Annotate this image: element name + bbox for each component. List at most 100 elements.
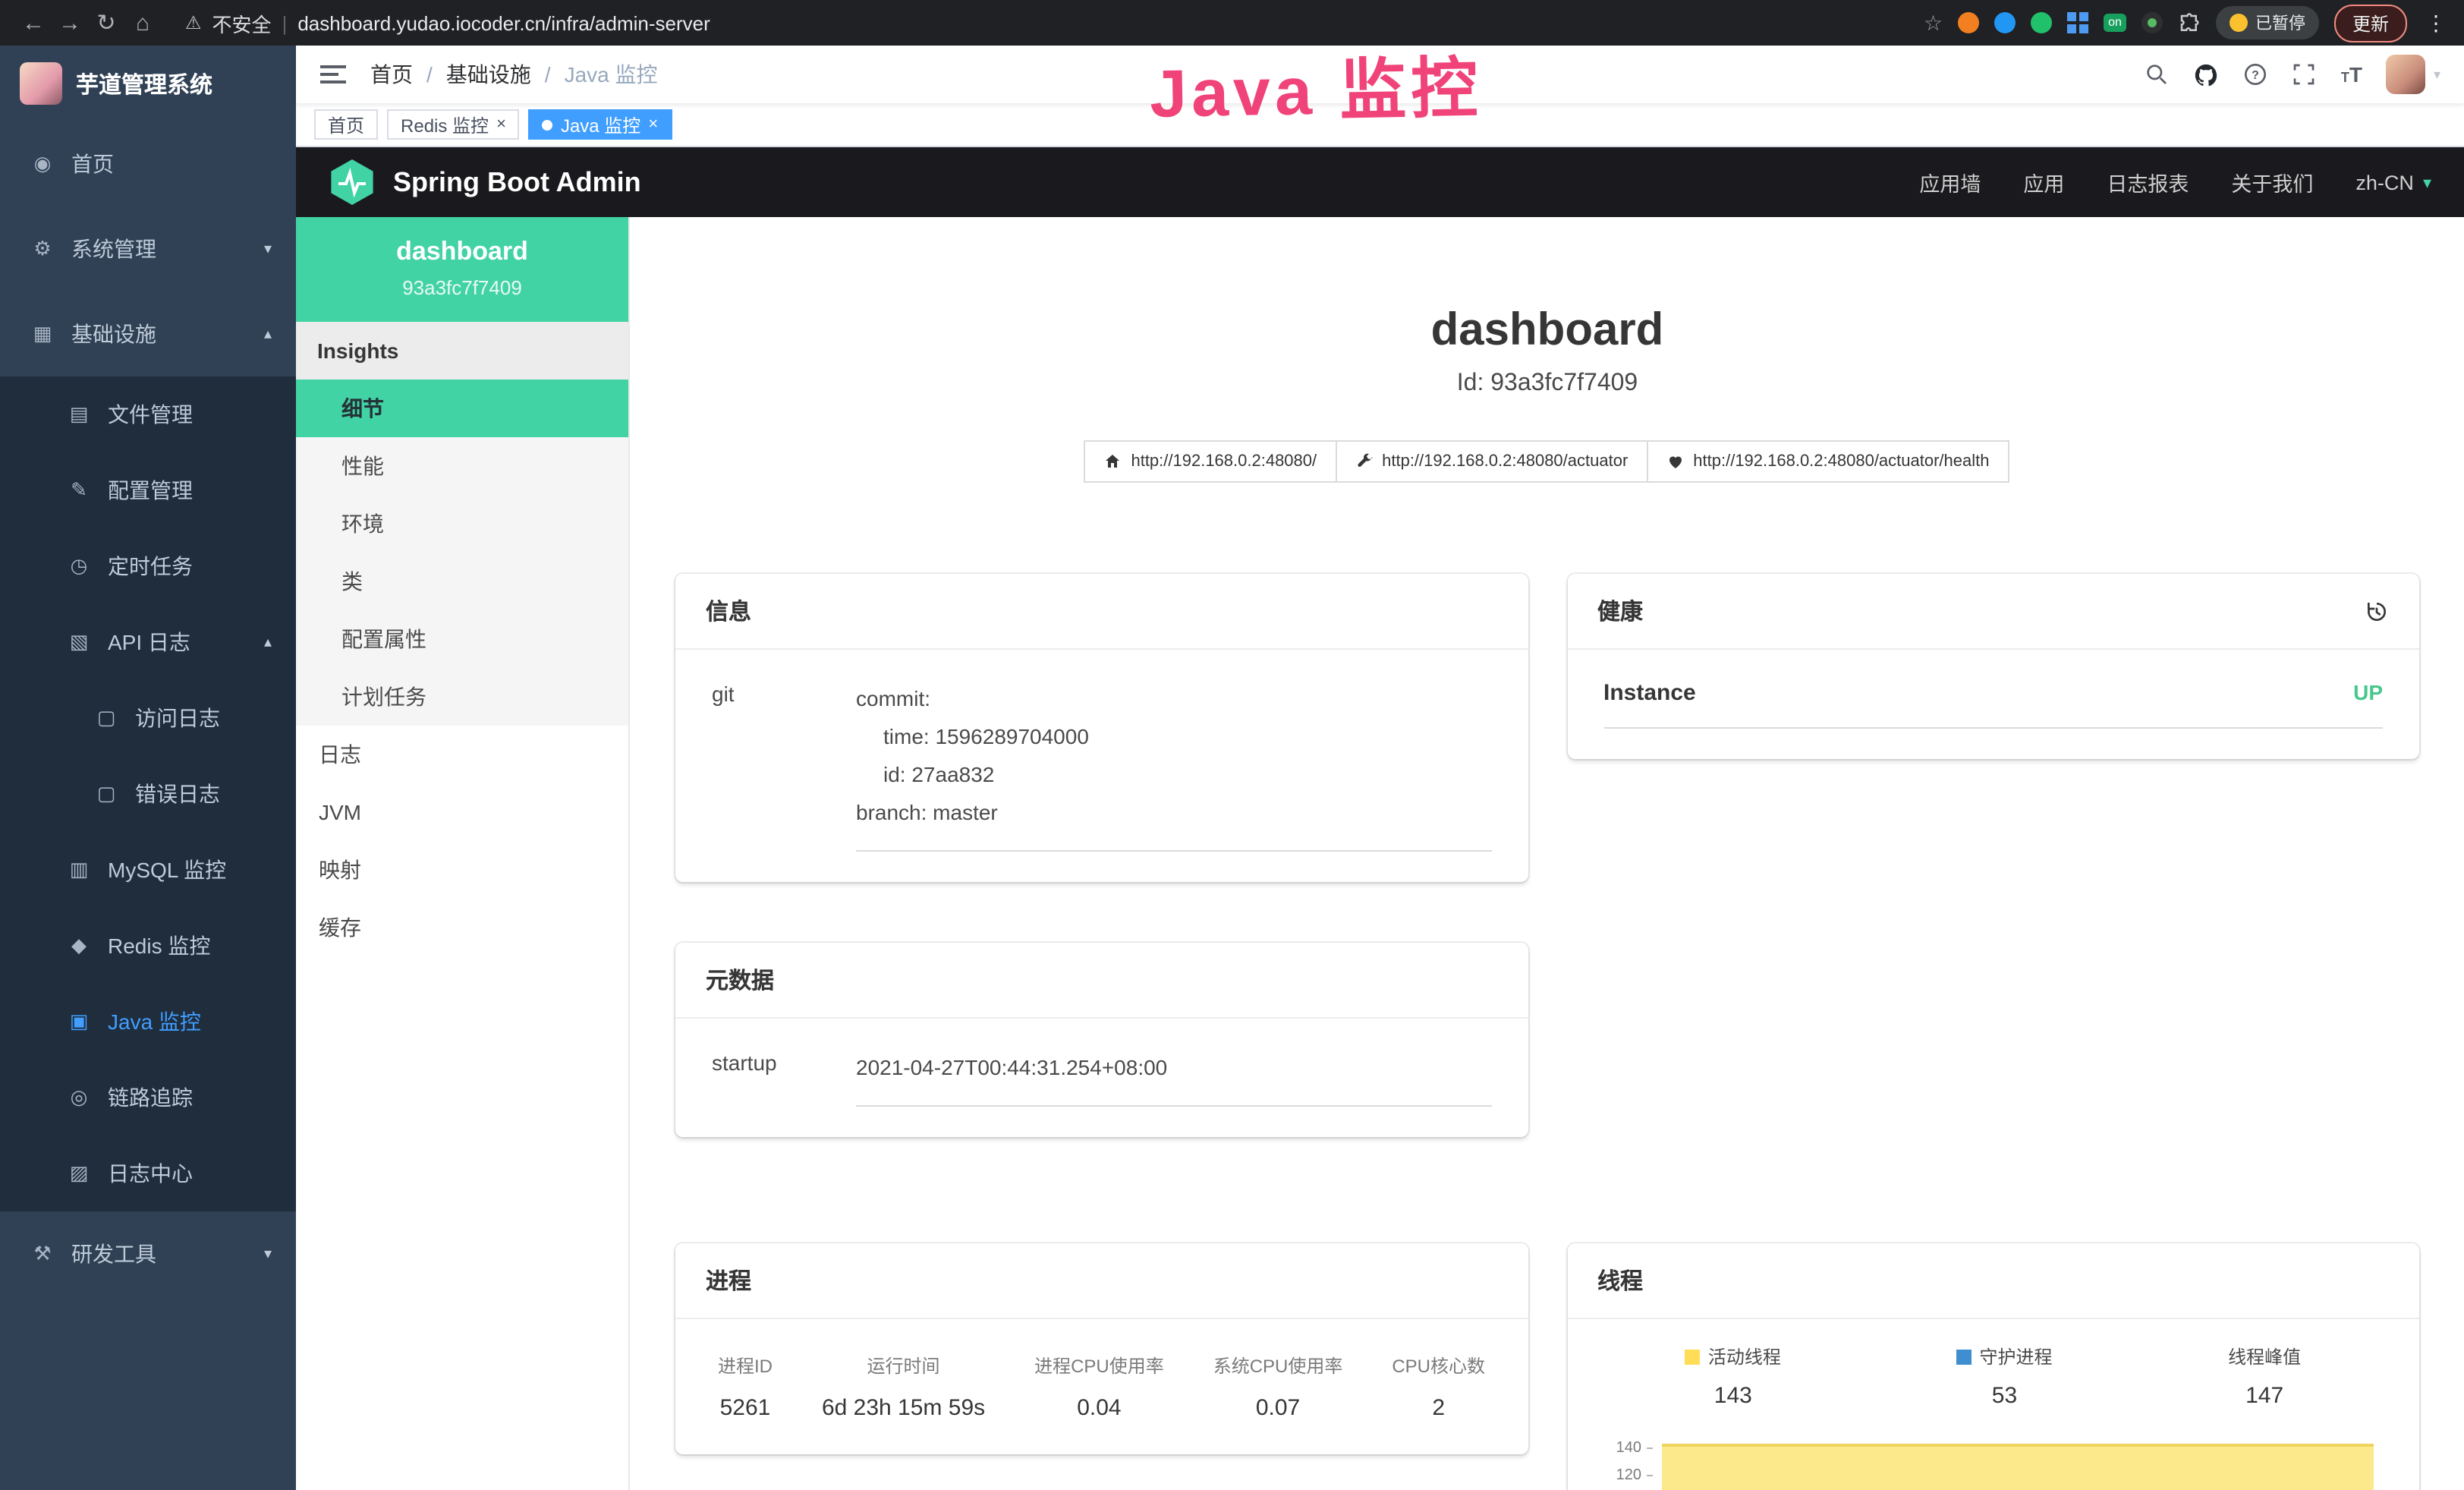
sidebar-item-label: API 日志 [108, 627, 190, 657]
sba-item-jvm[interactable]: JVM [296, 783, 628, 841]
extension-icon-orange[interactable] [1958, 12, 1979, 33]
sba-item-scheduled-tasks[interactable]: 计划任务 [296, 668, 628, 726]
sba-item-mappings[interactable]: 映射 [296, 841, 628, 899]
help-icon[interactable]: ? [2244, 62, 2268, 87]
instance-links: http://192.168.0.2:48080/ http://192.168… [630, 440, 2464, 483]
security-warning-icon[interactable]: ⚠ [185, 12, 202, 33]
forward-icon[interactable]: → [52, 10, 88, 36]
metric-system-cpu: 系统CPU使用率 0.07 [1213, 1353, 1343, 1421]
insights-group: Insights 细节 性能 环境 类 配置属性 计划任务 [296, 322, 628, 726]
sidebar-item-redis-monitor[interactable]: ◆ Redis 监控 [0, 908, 296, 984]
back-icon[interactable]: ← [15, 10, 52, 36]
security-label[interactable]: 不安全 [212, 8, 272, 37]
service-url-link[interactable]: http://192.168.0.2:48080/ [1084, 440, 1336, 483]
infrastructure-icon: ▦ [30, 322, 55, 346]
sidebar-item-label: Java 监控 [108, 1006, 201, 1037]
sba-item-classes[interactable]: 类 [296, 553, 628, 610]
search-icon[interactable] [2145, 62, 2170, 87]
sba-nav-about[interactable]: 关于我们 [2231, 167, 2313, 197]
sba-nav-journal[interactable]: 日志报表 [2107, 167, 2189, 197]
gear-icon: ⚙ [30, 237, 55, 261]
sba-brand-title[interactable]: Spring Boot Admin [393, 166, 641, 198]
metric-value: 0.07 [1213, 1395, 1343, 1421]
sidebar-item-tracing[interactable]: ◎ 链路追踪 [0, 1060, 296, 1136]
sidebar-item-system-mgmt[interactable]: ⚙ 系统管理 ▾ [0, 206, 296, 291]
sba-item-details[interactable]: 细节 [296, 380, 628, 437]
user-avatar[interactable]: ▾ [2387, 55, 2440, 94]
mysql-icon: ▥ [67, 858, 91, 882]
health-row: Instance UP [1603, 680, 2383, 729]
sidebar-item-label: 配置管理 [108, 475, 193, 506]
metric-uptime: 运行时间 6d 23h 15m 59s [822, 1353, 985, 1421]
sba-item-config-props[interactable]: 配置属性 [296, 610, 628, 668]
sba-nav-wallboard[interactable]: 应用墙 [1919, 167, 1981, 197]
browser-menu-icon[interactable]: ⋮ [2422, 10, 2450, 36]
log-center-icon: ▨ [67, 1161, 91, 1186]
metric-label: 系统CPU使用率 [1213, 1353, 1343, 1378]
hamburger-icon[interactable] [320, 65, 346, 83]
browser-home-icon[interactable]: ⌂ [124, 10, 161, 36]
extension-icon-green[interactable] [2031, 12, 2052, 33]
sidebar-item-api-logs[interactable]: ▧ API 日志 ▴ [0, 604, 296, 680]
sidebar-item-config-mgmt[interactable]: ✎ 配置管理 [0, 452, 296, 528]
profile-paused-badge[interactable]: 已暂停 [2216, 6, 2319, 39]
y-tick: 120 [1616, 1467, 1652, 1484]
tab-redis-monitor[interactable]: Redis 监控 × [387, 109, 520, 140]
tab-java-monitor[interactable]: Java 监控 × [529, 109, 672, 140]
sidebar-item-log-center[interactable]: ▨ 日志中心 [0, 1136, 296, 1211]
extension-icon-blue[interactable] [1994, 12, 2016, 33]
fullscreen-icon[interactable] [2292, 62, 2317, 87]
sba-nav-applications[interactable]: 应用 [2023, 167, 2064, 197]
process-card-title: 进程 [675, 1243, 1528, 1319]
main-column: 首页 / 基础设施 / Java 监控 ? [296, 46, 2464, 1490]
breadcrumb-home[interactable]: 首页 [370, 59, 413, 90]
refresh-icon[interactable]: ↻ [88, 9, 124, 36]
breadcrumb-infrastructure[interactable]: 基础设施 [446, 59, 531, 90]
bookmark-icon[interactable]: ☆ [1924, 10, 1943, 36]
sidebar-item-label: Redis 监控 [108, 931, 210, 961]
health-card: 健康 Instance UP [1567, 574, 2419, 759]
git-time-line: time: 1596289704000 [856, 718, 1491, 756]
metric-label: CPU核心数 [1392, 1353, 1485, 1378]
history-icon[interactable] [2365, 599, 2389, 623]
sidebar-item-home[interactable]: ◉ 首页 [0, 121, 296, 206]
sidebar-item-mysql-monitor[interactable]: ▥ MySQL 监控 [0, 832, 296, 908]
close-icon[interactable]: × [648, 115, 658, 134]
close-icon[interactable]: × [496, 115, 506, 134]
extension-icon-grid[interactable] [2067, 12, 2088, 33]
url-text[interactable]: dashboard.yudao.iocoder.cn/infra/admin-s… [297, 11, 710, 34]
sidebar-item-infrastructure[interactable]: ▦ 基础设施 ▴ [0, 291, 296, 376]
active-tab-dot [543, 119, 553, 130]
sba-item-logs[interactable]: 日志 [296, 726, 628, 783]
address-bar[interactable]: ⚠ 不安全 | dashboard.yudao.iocoder.cn/infra… [185, 8, 710, 37]
app-logo[interactable]: 芋道管理系统 [0, 46, 296, 121]
cards-grid: 信息 git commit: time: 1596289704000 id: 2… [675, 574, 2419, 1490]
extensions-puzzle-icon[interactable] [2178, 11, 2201, 34]
sidebar-item-scheduled-jobs[interactable]: ◷ 定时任务 [0, 528, 296, 604]
app-frame: 芋道管理系统 ◉ 首页 ⚙ 系统管理 ▾ ▦ 基础设施 ▴ ▤ 文件管理 ✎ [0, 46, 2464, 1490]
redis-icon: ◆ [67, 934, 91, 958]
sba-logo-icon[interactable] [329, 159, 375, 205]
sba-item-caches[interactable]: 缓存 [296, 899, 628, 956]
sidebar-item-error-logs[interactable]: ▢ 错误日志 [0, 756, 296, 832]
actuator-url-link[interactable]: http://192.168.0.2:48080/actuator [1335, 440, 1647, 483]
sidebar-item-access-logs[interactable]: ▢ 访问日志 [0, 680, 296, 756]
top-header: 首页 / 基础设施 / Java 监控 ? [296, 46, 2464, 103]
extension-icon-sprout[interactable] [2141, 12, 2163, 33]
font-size-icon[interactable]: TT [2341, 62, 2362, 87]
github-icon[interactable] [2194, 61, 2220, 87]
extension-icon-on[interactable]: on [2104, 14, 2126, 32]
sba-item-environment[interactable]: 环境 [296, 495, 628, 553]
sidebar-item-dev-tools[interactable]: ⚒ 研发工具 ▾ [0, 1211, 296, 1296]
sba-item-metrics[interactable]: 性能 [296, 437, 628, 495]
health-url-link[interactable]: http://192.168.0.2:48080/actuator/health [1646, 440, 2009, 483]
instance-header[interactable]: dashboard 93a3fc7f7409 [296, 217, 628, 322]
tab-home[interactable]: 首页 [314, 109, 378, 140]
locale-selector[interactable]: zh-CN ▾ [2355, 171, 2431, 194]
sidebar-item-java-monitor[interactable]: ▣ Java 监控 [0, 984, 296, 1060]
sidebar-item-file-mgmt[interactable]: ▤ 文件管理 [0, 376, 296, 452]
tab-label: Java 监控 [561, 112, 640, 137]
browser-update-button[interactable]: 更新 [2334, 4, 2407, 42]
error-log-icon: ▢ [94, 782, 118, 806]
threads-chart: 140 120 100 [1597, 1433, 2389, 1490]
